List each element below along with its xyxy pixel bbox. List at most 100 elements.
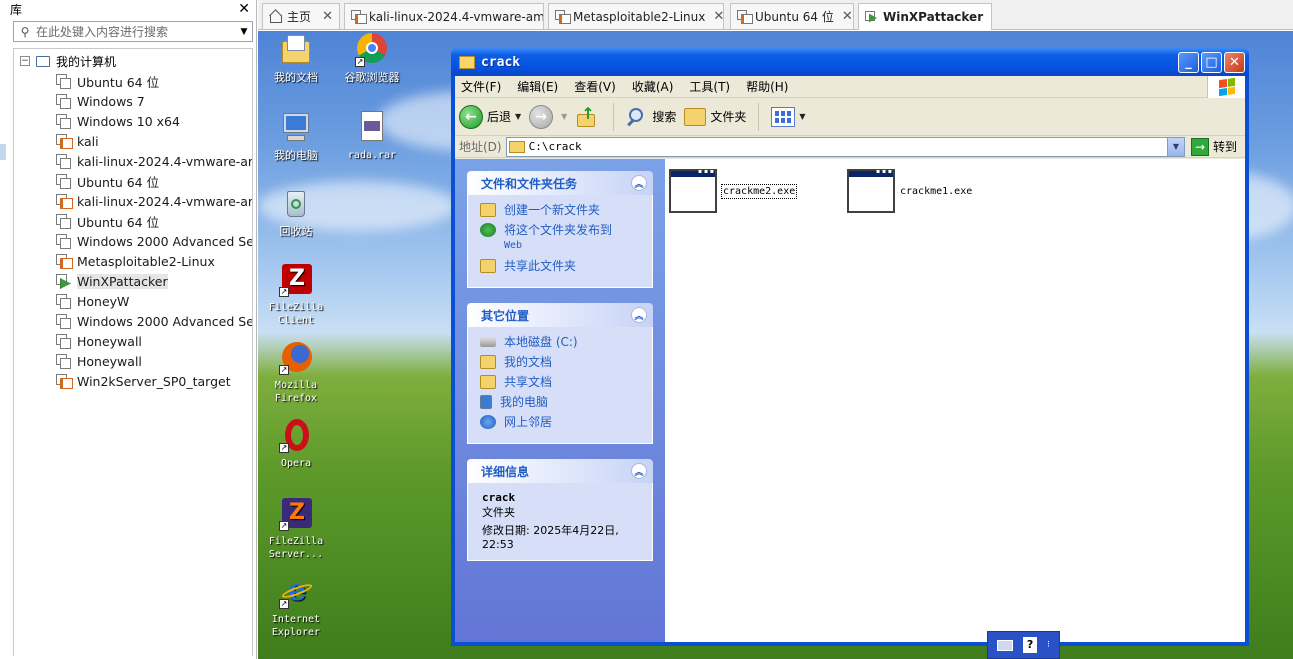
- views-dropdown-icon[interactable]: ▼: [799, 112, 805, 121]
- library-item-label: WinXPattacker: [77, 273, 168, 289]
- file-name: crackme2.exe: [721, 183, 798, 199]
- desktop-icon-filezilla-client[interactable]: Z ↗ FileZilla Client: [258, 263, 334, 327]
- shortcut-arrow-icon: ↗: [279, 443, 289, 453]
- go-button[interactable]: → 转到: [1190, 137, 1237, 156]
- link-my-computer[interactable]: 我的电脑: [480, 395, 652, 409]
- views-button[interactable]: ▼: [771, 106, 806, 127]
- menu-edit[interactable]: 编辑(E): [517, 78, 558, 95]
- tree-root-my-computer[interactable]: − 我的计算机: [14, 51, 252, 71]
- desktop-icon-my-computer[interactable]: 我的电脑: [258, 111, 334, 162]
- desktop-icon-filezilla-server[interactable]: Z ↗ FileZilla Server...: [258, 497, 334, 561]
- link-local-disk[interactable]: 本地磁盘 (C:): [480, 335, 652, 349]
- desktop-icon-chrome[interactable]: ↗ 谷歌浏览器: [334, 33, 410, 84]
- tab-kali-linux[interactable]: kali-linux-2024.4-vmware-am... ✕: [344, 3, 544, 29]
- menu-help[interactable]: 帮助(H): [746, 78, 788, 95]
- library-search-box[interactable]: ⚲ ▼: [13, 21, 253, 42]
- desktop-icon-internet-explorer[interactable]: e ↗ Internet Explorer: [258, 575, 334, 639]
- menu-file[interactable]: 文件(F): [461, 78, 501, 95]
- folder-icon: [459, 55, 475, 69]
- folders-button[interactable]: 文件夹: [684, 107, 746, 126]
- library-item[interactable]: Honeywall: [14, 351, 252, 371]
- desktop-icon-recycle-bin[interactable]: 回收站: [258, 187, 334, 238]
- keyboard-icon[interactable]: [997, 639, 1014, 651]
- address-field[interactable]: C:\crack ▼: [505, 136, 1185, 157]
- library-item[interactable]: Ubuntu 64 位: [14, 211, 252, 231]
- address-value[interactable]: C:\crack: [529, 140, 1167, 153]
- library-item[interactable]: Ubuntu 64 位: [14, 71, 252, 91]
- up-button[interactable]: ↑: [575, 104, 601, 128]
- tab-metasploitable2[interactable]: Metasploitable2-Linux ✕: [548, 3, 724, 29]
- library-item[interactable]: kali: [14, 131, 252, 151]
- vm-shared-icon: [56, 194, 73, 209]
- library-item[interactable]: HoneyW: [14, 291, 252, 311]
- tab-close-icon[interactable]: ✕: [834, 9, 853, 24]
- library-search-input[interactable]: [36, 24, 236, 39]
- toolbar-separator: [613, 102, 615, 131]
- vm-icon: [351, 10, 367, 24]
- toolbar-separator: [758, 102, 760, 131]
- tab-close-icon[interactable]: ✕: [705, 9, 723, 24]
- library-item[interactable]: Ubuntu 64 位: [14, 171, 252, 191]
- vm-icon: [56, 154, 71, 169]
- minimize-button[interactable]: _: [1178, 51, 1199, 73]
- menu-favorites[interactable]: 收藏(A): [632, 78, 674, 95]
- library-item[interactable]: kali-linux-2024.4-vmware-amd: [14, 151, 252, 171]
- link-publish-web[interactable]: 将这个文件夹发布到 Web: [480, 223, 652, 253]
- link-shared-documents[interactable]: 共享文档: [480, 375, 652, 389]
- library-item-label: Ubuntu 64 位: [77, 174, 160, 190]
- search-button[interactable]: 搜索: [626, 106, 676, 128]
- panel-header[interactable]: 其它位置 ︽: [467, 303, 653, 327]
- desktop-icon-firefox[interactable]: ↗ Mozilla Firefox: [258, 341, 334, 405]
- collapse-chevron-icon[interactable]: ︽: [631, 175, 647, 191]
- library-item[interactable]: Windows 7: [14, 91, 252, 111]
- library-item[interactable]: Windows 2000 Advanced Serv: [14, 231, 252, 251]
- collapse-chevron-icon[interactable]: ︽: [631, 307, 647, 323]
- library-item[interactable]: Windows 2000 Advanced Serv: [14, 311, 252, 331]
- back-button[interactable]: ← 后退 ▼: [459, 104, 521, 129]
- library-item[interactable]: Win2kServer_SP0_target: [14, 371, 252, 391]
- desktop-icon-opera[interactable]: ↗ Opera: [258, 419, 334, 470]
- tab-close-icon[interactable]: ✕: [983, 10, 991, 25]
- vm-icon: [56, 294, 71, 309]
- tab-home[interactable]: 主页 ✕: [262, 3, 340, 29]
- collapse-icon[interactable]: −: [20, 56, 30, 66]
- library-item[interactable]: kali-linux-2024.4-vmware-amd: [14, 191, 252, 211]
- collapse-chevron-icon[interactable]: ︽: [631, 463, 647, 479]
- link-new-folder[interactable]: 创建一个新文件夹: [480, 203, 652, 217]
- filezilla-server-icon: Z ↗: [279, 497, 313, 531]
- menu-tools[interactable]: 工具(T): [689, 78, 730, 95]
- library-item[interactable]: WinXPattacker: [14, 271, 252, 291]
- link-network-places[interactable]: 网上邻居: [480, 415, 652, 429]
- maximize-button[interactable]: □: [1201, 51, 1222, 73]
- desktop-icon-my-documents[interactable]: 我的文档: [258, 33, 334, 84]
- back-dropdown-icon[interactable]: ▼: [515, 112, 521, 121]
- library-item-label: Metasploitable2-Linux: [77, 253, 215, 269]
- file-item-crackme1[interactable]: crackme1.exe: [847, 168, 973, 213]
- address-dropdown-icon[interactable]: ▼: [1166, 137, 1184, 156]
- forward-dropdown-icon[interactable]: ▼: [561, 112, 567, 121]
- link-share-folder[interactable]: 共享此文件夹: [480, 259, 652, 273]
- desktop-icon-rada-rar[interactable]: rada.rar: [334, 111, 410, 162]
- panel-header[interactable]: 文件和文件夹任务 ︽: [467, 171, 653, 195]
- close-button[interactable]: ✕: [1224, 51, 1245, 73]
- forward-button[interactable]: → ▼: [529, 104, 567, 129]
- library-item[interactable]: Windows 10 x64: [14, 111, 252, 131]
- library-item[interactable]: Metasploitable2-Linux: [14, 251, 252, 271]
- help-icon[interactable]: ?: [1023, 637, 1038, 653]
- tab-winxpattacker[interactable]: WinXPattacker ✕: [858, 3, 992, 30]
- window-title: crack: [481, 54, 521, 70]
- file-item-crackme2[interactable]: crackme2.exe: [669, 168, 798, 213]
- window-titlebar[interactable]: crack _ □ ✕: [451, 48, 1249, 76]
- options-icon[interactable]: ⁝: [1047, 640, 1050, 650]
- link-my-documents[interactable]: 我的文档: [480, 355, 652, 369]
- library-item[interactable]: Honeywall: [14, 331, 252, 351]
- panel-header[interactable]: 详细信息 ︽: [467, 459, 653, 483]
- search-dropdown-icon[interactable]: ▼: [236, 27, 252, 37]
- address-label: 地址(D): [459, 140, 502, 154]
- library-close-icon[interactable]: ✕: [238, 1, 250, 17]
- menu-view[interactable]: 查看(V): [574, 78, 616, 95]
- tab-label: Ubuntu 64 位: [755, 10, 834, 24]
- tab-close-icon[interactable]: ✕: [314, 9, 333, 24]
- tab-ubuntu[interactable]: Ubuntu 64 位 ✕: [730, 3, 854, 29]
- library-header: 库 ✕: [0, 0, 256, 18]
